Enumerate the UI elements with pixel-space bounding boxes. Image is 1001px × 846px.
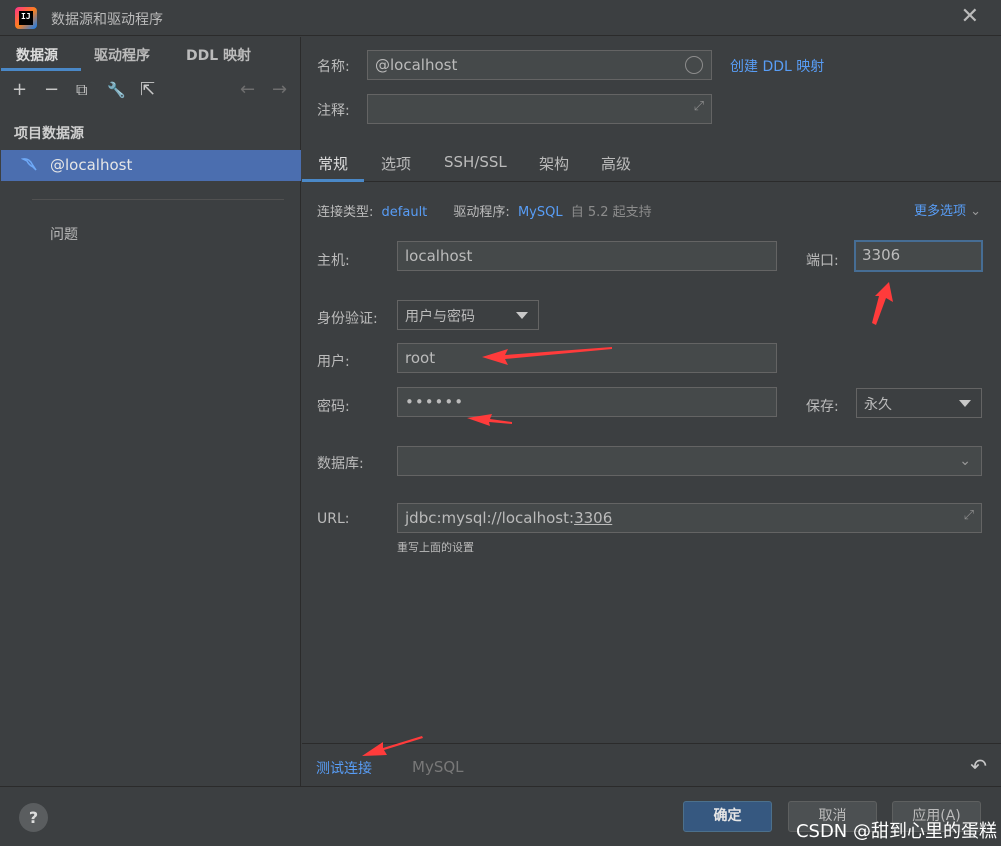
arrow-user xyxy=(482,347,612,365)
arrow-port xyxy=(872,282,893,325)
arrow-test-connection xyxy=(362,736,423,756)
app-icon-text: IJ xyxy=(21,12,31,21)
annotation-arrows xyxy=(362,282,893,756)
arrow-password xyxy=(467,414,512,426)
